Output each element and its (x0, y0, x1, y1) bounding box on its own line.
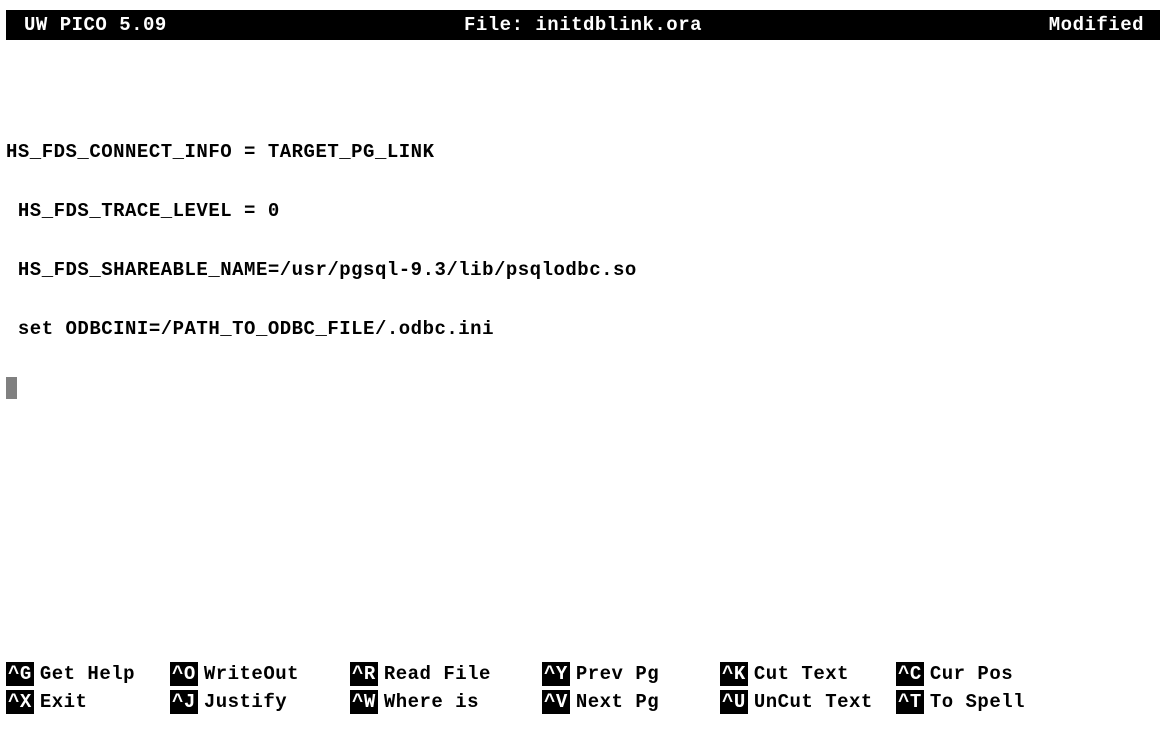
shortcut-prev-pg[interactable]: ^YPrev Pg (542, 662, 720, 686)
shortcut-row-1: ^GGet Help ^OWriteOut ^RRead File ^YPrev… (6, 660, 1160, 688)
shortcut-writeout[interactable]: ^OWriteOut (170, 662, 350, 686)
editor-line: HS_FDS_SHAREABLE_NAME=/usr/pgsql-9.3/lib… (6, 256, 1160, 285)
shortcut-read-file[interactable]: ^RRead File (350, 662, 542, 686)
shortcut-to-spell[interactable]: ^TTo Spell (896, 690, 1074, 714)
shortcut-cut-text[interactable]: ^KCut Text (720, 662, 896, 686)
title-bar: UW PICO 5.09 File: initdblink.ora Modifi… (6, 10, 1160, 40)
shortcut-uncut-text[interactable]: ^UUnCut Text (720, 690, 896, 714)
shortcut-row-2: ^XExit ^JJustify ^WWhere is ^VNext Pg ^U… (6, 688, 1160, 716)
editor-line: HS_FDS_CONNECT_INFO = TARGET_PG_LINK (6, 138, 1160, 167)
shortcut-get-help[interactable]: ^GGet Help (6, 662, 170, 686)
editor-line: set ODBCINI=/PATH_TO_ODBC_FILE/.odbc.ini (6, 315, 1160, 344)
modified-status: Modified (1049, 14, 1152, 36)
shortcut-bar: ^GGet Help ^OWriteOut ^RRead File ^YPrev… (6, 660, 1160, 716)
editor-line: HS_FDS_TRACE_LEVEL = 0 (6, 197, 1160, 226)
shortcut-justify[interactable]: ^JJustify (170, 690, 350, 714)
file-name: File: initdblink.ora (464, 14, 702, 36)
shortcut-cur-pos[interactable]: ^CCur Pos (896, 662, 1074, 686)
cursor (6, 377, 17, 399)
editor-content[interactable]: HS_FDS_CONNECT_INFO = TARGET_PG_LINK HS_… (0, 40, 1166, 648)
shortcut-where-is[interactable]: ^WWhere is (350, 690, 542, 714)
shortcut-exit[interactable]: ^XExit (6, 690, 170, 714)
app-name: UW PICO 5.09 (14, 14, 167, 36)
shortcut-next-pg[interactable]: ^VNext Pg (542, 690, 720, 714)
